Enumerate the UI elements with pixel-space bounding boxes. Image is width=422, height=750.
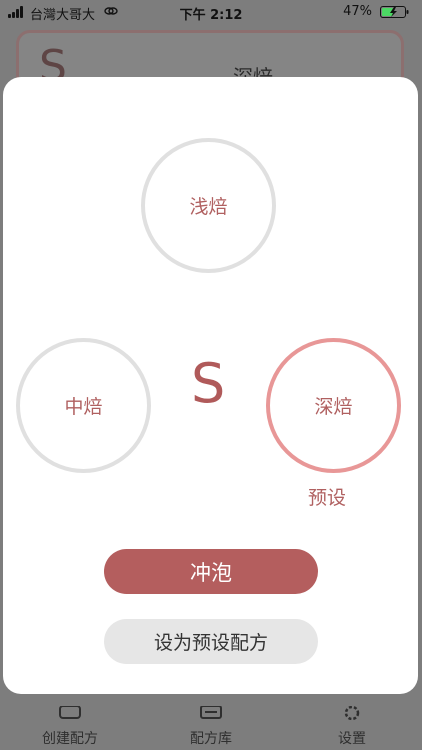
roast-option-dark[interactable]: 深焙 (266, 338, 401, 473)
bottom-nav: 创建配方 配方库 设置 (0, 690, 422, 750)
roast-selection-dialog: 浅焙 中焙 深焙 S 预设 冲泡 设为预设配方 (3, 77, 418, 694)
roast-option-label: 浅焙 (189, 196, 228, 218)
set-default-recipe-button[interactable]: 设为预设配方 (104, 619, 318, 664)
gear-icon (344, 706, 360, 720)
battery-charging-icon (380, 6, 409, 18)
nav-label: 配方库 (190, 731, 232, 747)
preset-badge: 预设 (308, 487, 347, 509)
brew-button[interactable]: 冲泡 (104, 549, 318, 594)
roast-option-light[interactable]: 浅焙 (141, 138, 276, 273)
size-letter: S (191, 352, 226, 415)
library-icon (200, 706, 222, 719)
edit-icon (59, 706, 81, 719)
roast-option-label: 中焙 (64, 396, 103, 418)
roast-option-medium[interactable]: 中焙 (16, 338, 151, 473)
battery-percent: 47% (343, 4, 372, 19)
status-bar: 台灣大哥大 下午 2:12 47% (0, 0, 422, 24)
nav-label: 设置 (338, 731, 366, 747)
roast-option-label: 深焙 (314, 396, 353, 418)
nav-label: 创建配方 (42, 731, 98, 747)
